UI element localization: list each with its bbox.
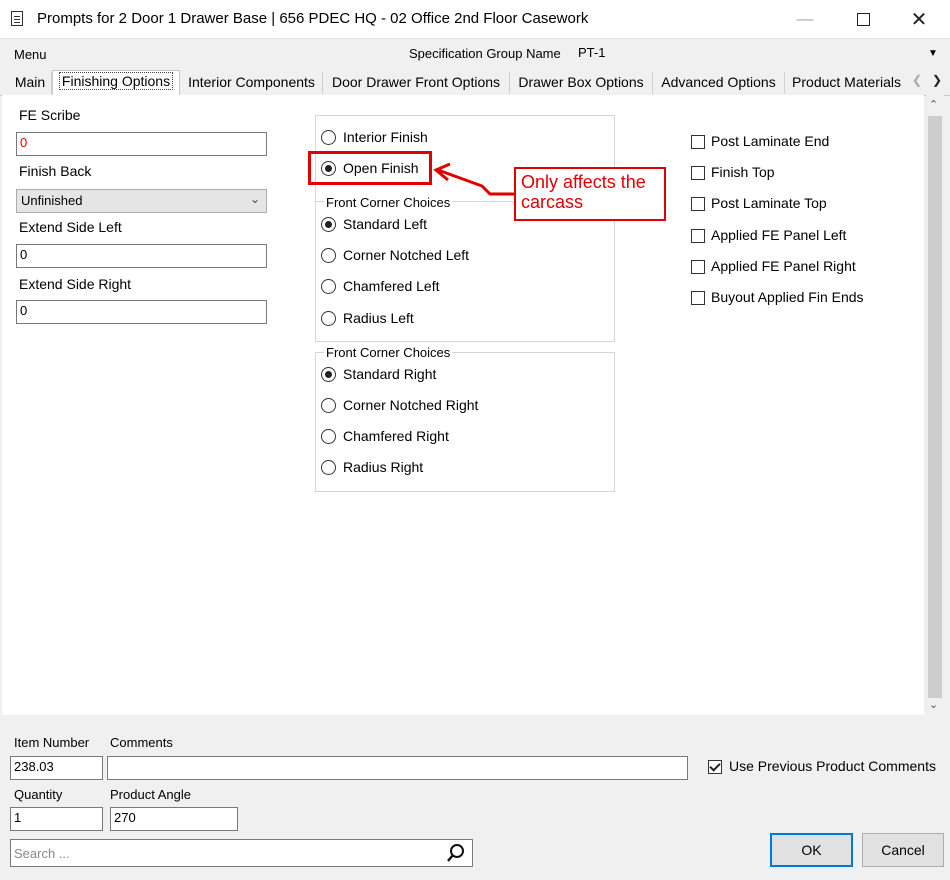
- search-input[interactable]: Search ...: [10, 839, 473, 867]
- comments-input[interactable]: [107, 756, 688, 780]
- maximize-icon[interactable]: [840, 0, 886, 38]
- finish-back-value: Unfinished: [21, 193, 83, 208]
- finish-back-select[interactable]: Unfinished ⌄: [16, 189, 267, 213]
- applied-fe-panel-left-label[interactable]: Applied FE Panel Left: [711, 227, 846, 243]
- spec-group-value[interactable]: PT-1: [578, 45, 605, 60]
- callout-text-line2: carcass: [521, 192, 584, 212]
- comments-label: Comments: [110, 735, 173, 750]
- tab-drawer-box-options[interactable]: Drawer Box Options: [510, 72, 653, 94]
- corner-notched-left-radio[interactable]: [321, 248, 336, 263]
- post-laminate-top-label[interactable]: Post Laminate Top: [711, 195, 827, 211]
- standard-right-label[interactable]: Standard Right: [343, 366, 436, 382]
- applied-fe-panel-right-label[interactable]: Applied FE Panel Right: [711, 258, 856, 274]
- spec-group-dropdown-icon[interactable]: ▼: [928, 48, 938, 59]
- chamfered-left-radio[interactable]: [321, 279, 336, 294]
- window-title: Prompts for 2 Door 1 Drawer Base | 656 P…: [37, 10, 589, 27]
- open-finish-highlight: [308, 151, 432, 185]
- use-previous-comments-checkbox[interactable]: [708, 760, 722, 774]
- interior-finish-label[interactable]: Interior Finish: [343, 129, 428, 145]
- post-laminate-end-checkbox[interactable]: [691, 135, 705, 149]
- buyout-applied-fin-ends-checkbox[interactable]: [691, 291, 705, 305]
- finish-top-checkbox[interactable]: [691, 166, 705, 180]
- post-laminate-end-label[interactable]: Post Laminate End: [711, 133, 829, 149]
- item-number-input[interactable]: 238.03: [10, 756, 103, 780]
- search-placeholder: Search ...: [14, 846, 70, 861]
- radius-right-label[interactable]: Radius Right: [343, 459, 423, 475]
- minimize-icon[interactable]: —: [782, 0, 828, 38]
- use-previous-comments-label[interactable]: Use Previous Product Comments: [729, 758, 936, 774]
- product-angle-input[interactable]: 270: [110, 807, 238, 831]
- applied-fe-panel-right-checkbox[interactable]: [691, 260, 705, 274]
- tab-scroll-right-icon[interactable]: ❯: [932, 73, 942, 87]
- radius-left-label[interactable]: Radius Left: [343, 310, 414, 326]
- standard-left-radio[interactable]: [321, 217, 336, 232]
- cancel-button[interactable]: Cancel: [862, 833, 944, 867]
- callout-arrow: [433, 162, 516, 196]
- tab-scroll-left-icon[interactable]: ❮: [912, 73, 922, 87]
- quantity-label: Quantity: [14, 787, 63, 802]
- radius-right-radio[interactable]: [321, 460, 336, 475]
- extend-side-right-input[interactable]: 0: [16, 300, 267, 324]
- app-icon: [11, 11, 23, 26]
- ok-button[interactable]: OK: [770, 833, 853, 867]
- tab-main[interactable]: Main: [9, 72, 52, 94]
- scrollbar-thumb[interactable]: [928, 116, 942, 698]
- extend-side-left-input[interactable]: 0: [16, 244, 267, 268]
- buyout-applied-fin-ends-label[interactable]: Buyout Applied Fin Ends: [711, 289, 864, 305]
- interior-finish-radio[interactable]: [321, 130, 336, 145]
- chamfered-right-radio[interactable]: [321, 429, 336, 444]
- fe-scribe-label: FE Scribe: [19, 107, 81, 123]
- chevron-down-icon: ⌄: [249, 192, 260, 206]
- callout-text-line1: Only affects the: [521, 172, 646, 192]
- fe-scribe-input[interactable]: 0: [16, 132, 267, 156]
- quantity-input[interactable]: 1: [10, 807, 103, 831]
- applied-fe-panel-left-checkbox[interactable]: [691, 229, 705, 243]
- tab-finishing-options[interactable]: Finishing Options: [52, 70, 180, 95]
- corner-notched-left-label[interactable]: Corner Notched Left: [343, 247, 469, 263]
- tab-advanced-options[interactable]: Advanced Options: [653, 72, 785, 94]
- tab-interior-components[interactable]: Interior Components: [181, 72, 323, 94]
- finish-back-label: Finish Back: [19, 163, 92, 179]
- scroll-up-icon[interactable]: ⌃: [929, 98, 938, 111]
- item-number-label: Item Number: [14, 735, 90, 750]
- spec-group-label: Specification Group Name: [409, 46, 561, 61]
- corner-notched-right-radio[interactable]: [321, 398, 336, 413]
- tab-product-materials[interactable]: Product Materials: [785, 72, 908, 94]
- corner-notched-right-label[interactable]: Corner Notched Right: [343, 397, 478, 413]
- search-icon[interactable]: [446, 843, 466, 863]
- chamfered-right-label[interactable]: Chamfered Right: [343, 428, 449, 444]
- standard-right-radio[interactable]: [321, 367, 336, 382]
- standard-left-label[interactable]: Standard Left: [343, 216, 427, 232]
- finish-top-label[interactable]: Finish Top: [711, 164, 775, 180]
- tab-door-drawer-front-options[interactable]: Door Drawer Front Options: [323, 72, 510, 94]
- radius-left-radio[interactable]: [321, 311, 336, 326]
- corner-right-legend: Front Corner Choices: [324, 345, 453, 360]
- post-laminate-top-checkbox[interactable]: [691, 197, 705, 211]
- extend-side-left-label: Extend Side Left: [19, 219, 122, 235]
- close-icon[interactable]: ✕: [896, 0, 942, 38]
- callout-note: Only affects the carcass: [514, 167, 666, 221]
- chamfered-left-label[interactable]: Chamfered Left: [343, 278, 440, 294]
- extend-side-right-label: Extend Side Right: [19, 276, 132, 292]
- menu-button[interactable]: Menu: [14, 47, 47, 62]
- scroll-down-icon[interactable]: ⌄: [929, 698, 938, 711]
- product-angle-label: Product Angle: [110, 787, 191, 802]
